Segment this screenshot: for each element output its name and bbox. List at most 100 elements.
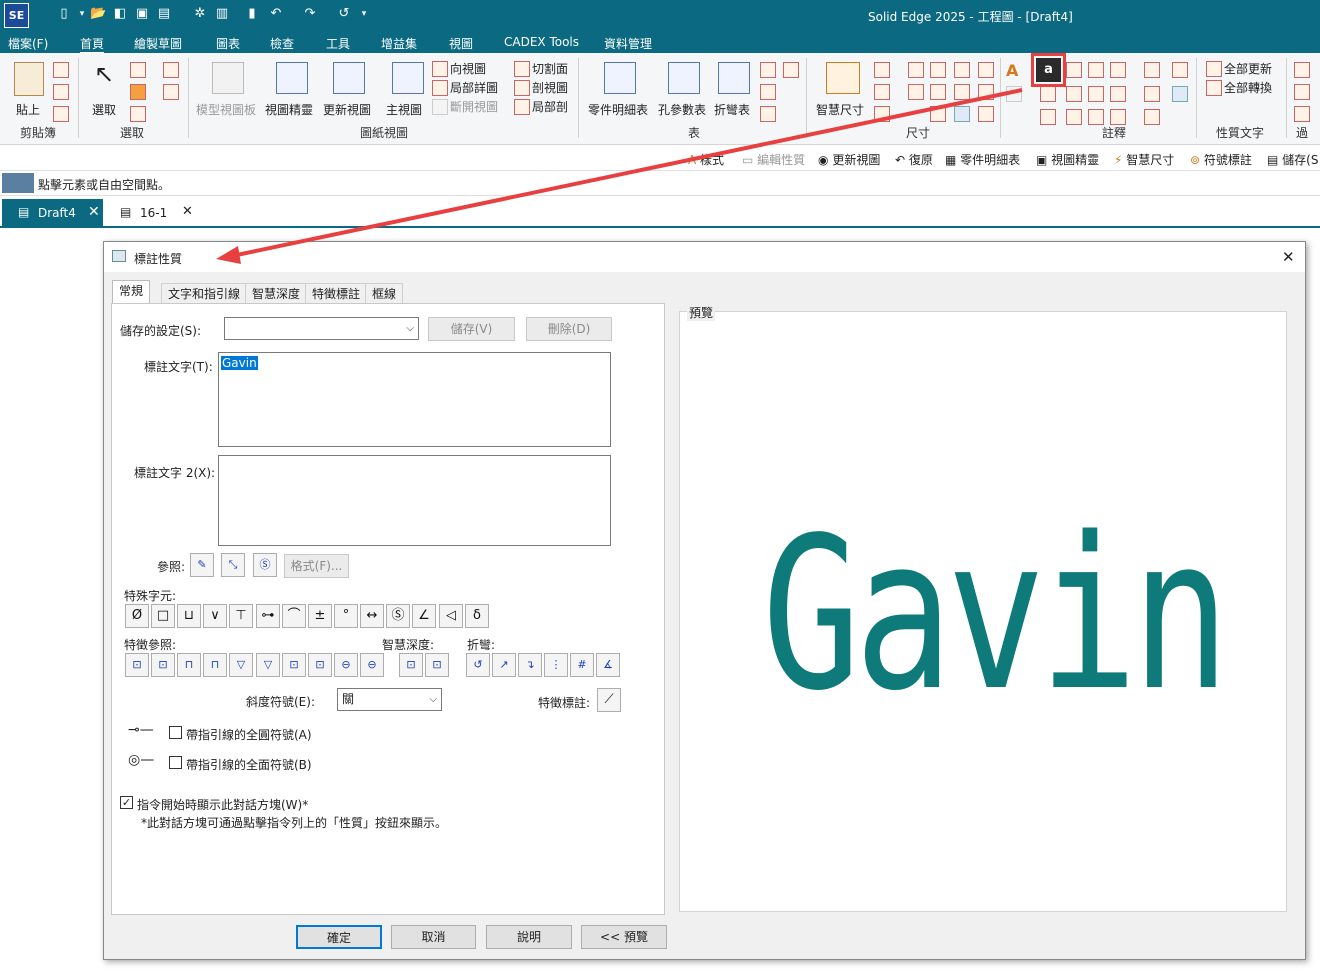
tab-text-leader[interactable]: 文字和指引線 (161, 283, 248, 303)
cancel-button[interactable]: 取消 (391, 925, 476, 949)
file-menu[interactable]: 檔案(F) (8, 35, 48, 52)
aux-view-label[interactable]: 向視圖 (450, 60, 486, 77)
feature-ref-icon-2[interactable]: ⊡ (151, 653, 175, 677)
new-dropdown-icon[interactable]: ▾ (74, 6, 90, 22)
detail-view-icon[interactable] (432, 80, 448, 96)
tab-feature-callout[interactable]: 特徵標註 (305, 283, 368, 303)
layout-icon[interactable]: ▥ (214, 6, 230, 22)
view-wizard-label[interactable]: 視圖精靈 (265, 101, 313, 118)
bend-icon-6[interactable]: ∡ (596, 653, 620, 677)
dim-icon-7[interactable] (978, 62, 994, 78)
feature-callout-icon[interactable]: ⟋ (597, 688, 621, 712)
delta-char-button[interactable]: δ (465, 604, 489, 628)
all-over-label[interactable]: 帶指引線的全面符號(B) (186, 756, 312, 773)
annot-icon-12[interactable] (1088, 109, 1104, 125)
smart-dimension-icon[interactable] (826, 62, 860, 94)
parts-list-label[interactable]: 零件明細表 (588, 101, 648, 118)
dim-icon-12[interactable] (930, 106, 946, 122)
tab-tools[interactable]: 工具 (326, 35, 350, 52)
annot-icon-4[interactable] (1144, 62, 1160, 78)
feature-ref-icon-7[interactable]: ⊡ (282, 653, 306, 677)
feature-ref-icon-10[interactable]: ⊖ (360, 653, 384, 677)
tab-view[interactable]: 視圖 (449, 35, 473, 52)
square-char-button[interactable]: □ (151, 604, 175, 628)
settings-icon[interactable]: ✲ (192, 6, 208, 22)
cutting-plane-label[interactable]: 切割面 (532, 60, 568, 77)
dim-icon-11[interactable] (978, 84, 994, 100)
text-style-icon[interactable]: A (1006, 61, 1018, 80)
update-view-label[interactable]: 更新視圖 (323, 101, 371, 118)
format-painter-icon[interactable] (53, 106, 69, 122)
depth-char-button[interactable]: ⊤ (229, 604, 253, 628)
tab-addins[interactable]: 增益集 (381, 35, 417, 52)
annot-icon-2[interactable] (1088, 62, 1104, 78)
restore-item[interactable]: ↶ 復原 (895, 151, 933, 168)
feature-ref-icon-9[interactable]: ⊖ (334, 653, 358, 677)
annot-icon-8[interactable] (1110, 86, 1126, 102)
bend-icon-3[interactable]: ↴ (518, 653, 542, 677)
help-button[interactable]: 說明 (486, 925, 572, 949)
select-solid-icon[interactable] (130, 84, 146, 100)
update-view-icon[interactable] (333, 62, 365, 94)
feature-ref-icon-3[interactable]: ⊓ (177, 653, 201, 677)
open-file-icon[interactable]: ◧ (112, 6, 128, 22)
customize-qat-icon[interactable]: ▾ (356, 6, 372, 22)
bend-table-label[interactable]: 折彎表 (714, 101, 750, 118)
between-char-button[interactable]: ↔ (360, 604, 384, 628)
arc-char-button[interactable]: ⌒ (282, 604, 306, 628)
all-over-checkbox[interactable] (169, 756, 182, 769)
dim-icon-6[interactable] (954, 62, 970, 78)
slope-combo[interactable]: 關 ⌵ (337, 688, 442, 711)
slope-char-button[interactable]: ∠ (412, 604, 436, 628)
view-icon-3[interactable] (1294, 106, 1310, 122)
delete-settings-button[interactable]: 刪除(D) (526, 317, 612, 341)
dim-icon-9[interactable] (930, 84, 946, 100)
bend-icon-5[interactable]: # (570, 653, 594, 677)
aux-view-icon[interactable] (432, 61, 448, 77)
annot-icon-15[interactable] (1172, 62, 1188, 78)
doc-tab-draft4[interactable]: ▤ Draft4 ✕ (2, 199, 103, 227)
all-around-checkbox[interactable] (169, 726, 182, 739)
smart-depth-icon-2[interactable]: ⊡ (425, 653, 449, 677)
redo-icon[interactable]: ↷ (302, 6, 318, 22)
paste-button-label[interactable]: 貼上 (16, 101, 40, 118)
table-small-icon-2[interactable] (783, 62, 799, 78)
dim-icon-8[interactable] (908, 84, 924, 100)
annot-icon-6[interactable] (1066, 86, 1082, 102)
callout-text2-field[interactable] (218, 455, 611, 546)
select-arrow-icon[interactable]: ↖ (94, 60, 114, 88)
undo-history-icon[interactable]: ↺ (336, 6, 352, 22)
annot-icon-11[interactable] (1066, 109, 1082, 125)
dim-icon-5[interactable] (930, 62, 946, 78)
smart-dimension-label[interactable]: 智慧尺寸 (816, 101, 864, 118)
update-all-label[interactable]: 全部更新 (1224, 60, 1272, 77)
new-file-icon[interactable]: ▯ (56, 6, 72, 22)
parts-list-icon[interactable] (604, 62, 636, 94)
section-view-icon[interactable] (514, 80, 530, 96)
principal-view-label[interactable]: 主視圖 (386, 101, 422, 118)
annot-icon-14[interactable] (1144, 109, 1160, 125)
bend-icon-1[interactable]: ↺ (466, 653, 490, 677)
dim-icon-13[interactable] (954, 106, 970, 122)
annot-icon-5[interactable] (1040, 86, 1056, 102)
saved-settings-combo[interactable]: ⌵ (224, 317, 419, 340)
dim-icon-2[interactable] (874, 84, 890, 100)
tab-border[interactable]: 框線 (365, 283, 404, 303)
cmd-parts-list-item[interactable]: ▦ 零件明細表 (945, 151, 1020, 168)
tab-sketch[interactable]: 繪製草圖 (134, 35, 182, 52)
dim-icon-1[interactable] (874, 62, 890, 78)
annot-icon-9[interactable] (1144, 86, 1160, 102)
hole-table-icon[interactable] (668, 62, 700, 94)
save-settings-button[interactable]: 儲存(V) (428, 317, 515, 341)
reference-symbol-icon[interactable]: Ⓢ (253, 553, 277, 577)
feature-ref-icon-8[interactable]: ⊡ (308, 653, 332, 677)
callout-text-field[interactable]: Gavin (218, 352, 611, 447)
bend-icon-4[interactable]: ⋮ (544, 653, 568, 677)
dim-icon-14[interactable] (978, 106, 994, 122)
view-icon-1[interactable] (1294, 62, 1310, 78)
ok-button[interactable]: 確定 (296, 925, 382, 949)
close-icon[interactable]: ✕ (182, 204, 193, 219)
all-around-label[interactable]: 帶指引線的全圓符號(A) (186, 726, 312, 743)
dim-icon-10[interactable] (954, 84, 970, 100)
cmd-update-view-item[interactable]: ◉ 更新視圖 (818, 151, 880, 168)
